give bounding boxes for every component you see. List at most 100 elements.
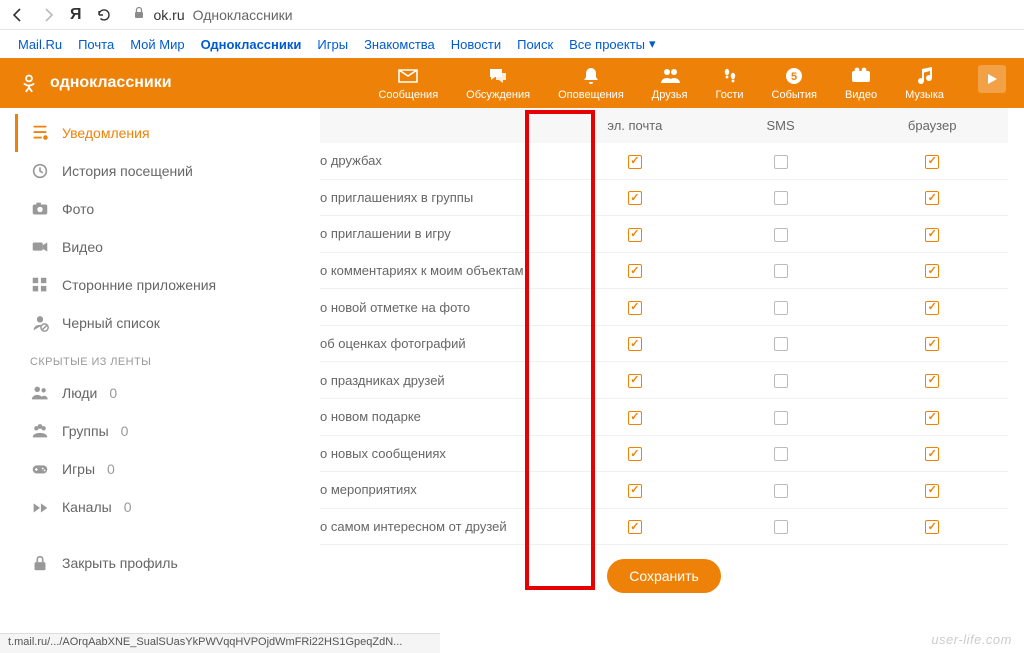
history-icon	[30, 161, 50, 181]
groups-icon	[30, 421, 50, 441]
blacklist-icon	[30, 313, 50, 333]
browser-toolbar: Я ok.ru Одноклассники	[0, 0, 1024, 30]
checkbox-email[interactable]	[628, 484, 642, 498]
friends-icon	[659, 65, 681, 87]
sidebar-item-count: 0	[121, 423, 129, 439]
checkbox-browser[interactable]	[925, 411, 939, 425]
status-bar: t.mail.ru/.../AOrqAabXNE_SualSUasYkPWVqq…	[0, 633, 440, 653]
nav-friends[interactable]: Друзья	[652, 65, 688, 101]
sidebar-item-label: Фото	[62, 201, 94, 217]
checkbox-browser[interactable]	[925, 520, 939, 534]
checkbox-sms[interactable]	[774, 301, 788, 315]
checkbox-email[interactable]	[628, 155, 642, 169]
topnav-link[interactable]: Знакомства	[364, 37, 435, 52]
topnav-link[interactable]: Мой Мир	[130, 37, 184, 52]
sidebar-item-label: Игры	[62, 461, 95, 477]
sidebar-item-lock[interactable]: Закрыть профиль	[18, 544, 280, 582]
checkbox-sms[interactable]	[774, 337, 788, 351]
yandex-button[interactable]: Я	[70, 6, 82, 24]
sidebar-item-channels[interactable]: Каналы 0	[18, 488, 280, 526]
nav-events[interactable]: 5События	[772, 65, 817, 101]
brand-text: одноклассники	[50, 74, 172, 92]
topnav-link[interactable]: Mail.Ru	[18, 37, 62, 52]
topnav-link[interactable]: Все проекты ▾	[569, 36, 655, 52]
checkbox-email[interactable]	[628, 301, 642, 315]
mail-icon	[397, 65, 419, 87]
topnav-link[interactable]: Одноклассники	[201, 37, 302, 52]
people-icon	[30, 383, 50, 403]
checkbox-sms[interactable]	[774, 264, 788, 278]
forward-button[interactable]	[40, 7, 56, 23]
checkbox-browser[interactable]	[925, 228, 939, 242]
checkbox-email[interactable]	[628, 520, 642, 534]
checkbox-browser[interactable]	[925, 301, 939, 315]
brand[interactable]: одноклассники	[18, 72, 172, 94]
sidebar-item-label: Закрыть профиль	[62, 555, 178, 571]
address-bar[interactable]: ok.ru Одноклассники	[132, 6, 293, 23]
sidebar-item-videocam[interactable]: Видео	[18, 228, 280, 266]
checkbox-browser[interactable]	[925, 484, 939, 498]
checkbox-sms[interactable]	[774, 374, 788, 388]
sidebar-item-people[interactable]: Люди 0	[18, 374, 280, 412]
sidebar-item-count: 0	[124, 499, 132, 515]
row-label: о праздниках друзей	[320, 362, 565, 399]
bell-icon	[580, 65, 602, 87]
topnav-link[interactable]: Почта	[78, 37, 114, 52]
sidebar-item-history[interactable]: История посещений	[18, 152, 280, 190]
main-navbar: одноклассники Сообщения Обсуждения Оповеще…	[0, 58, 1024, 108]
checkbox-email[interactable]	[628, 374, 642, 388]
sidebar-item-count: 0	[107, 461, 115, 477]
nav-steps[interactable]: Гости	[715, 65, 743, 101]
row-label: о дружбах	[320, 143, 565, 179]
checkbox-email[interactable]	[628, 337, 642, 351]
nav-music[interactable]: Музыка	[905, 65, 944, 101]
checkbox-sms[interactable]	[774, 228, 788, 242]
table-row: о самом интересном от друзей	[320, 508, 1008, 545]
checkbox-sms[interactable]	[774, 447, 788, 461]
play-button[interactable]	[978, 65, 1006, 93]
sidebar-item-label: Группы	[62, 423, 109, 439]
checkbox-browser[interactable]	[925, 155, 939, 169]
checkbox-browser[interactable]	[925, 264, 939, 278]
checkbox-sms[interactable]	[774, 411, 788, 425]
nav-chat[interactable]: Обсуждения	[466, 65, 530, 101]
sidebar-item-label: Каналы	[62, 499, 112, 515]
topnav-link[interactable]: Игры	[317, 37, 348, 52]
lock-icon	[132, 6, 146, 23]
nav-bell[interactable]: Оповещения	[558, 65, 624, 101]
reload-button[interactable]	[96, 7, 112, 23]
row-label: о новой отметке на фото	[320, 289, 565, 326]
checkbox-browser[interactable]	[925, 447, 939, 461]
sidebar-item-blacklist[interactable]: Черный список	[18, 304, 280, 342]
sidebar-item-games[interactable]: Игры 0	[18, 450, 280, 488]
sidebar-item-notify[interactable]: Уведомления	[15, 114, 280, 152]
sidebar-item-apps[interactable]: Сторонние приложения	[18, 266, 280, 304]
checkbox-sms[interactable]	[774, 191, 788, 205]
table-row: о новом подарке	[320, 398, 1008, 435]
save-button[interactable]: Сохранить	[607, 559, 721, 593]
checkbox-sms[interactable]	[774, 484, 788, 498]
checkbox-email[interactable]	[628, 411, 642, 425]
checkbox-sms[interactable]	[774, 155, 788, 169]
topnav-link[interactable]: Поиск	[517, 37, 553, 52]
topnav-link[interactable]: Новости	[451, 37, 501, 52]
row-label: о комментариях к моим объектам	[320, 252, 565, 289]
checkbox-browser[interactable]	[925, 337, 939, 351]
nav-video[interactable]: Видео	[845, 65, 877, 101]
row-label: об оценках фотографий	[320, 325, 565, 362]
sidebar-item-groups[interactable]: Группы 0	[18, 412, 280, 450]
checkbox-browser[interactable]	[925, 191, 939, 205]
sidebar-item-label: Сторонние приложения	[62, 277, 216, 293]
music-icon	[914, 65, 936, 87]
nav-mail[interactable]: Сообщения	[378, 65, 438, 101]
checkbox-browser[interactable]	[925, 374, 939, 388]
page-title: Одноклассники	[193, 7, 293, 23]
checkbox-email[interactable]	[628, 228, 642, 242]
checkbox-sms[interactable]	[774, 520, 788, 534]
checkbox-email[interactable]	[628, 191, 642, 205]
sidebar-item-camera[interactable]: Фото	[18, 190, 280, 228]
checkbox-email[interactable]	[628, 264, 642, 278]
sidebar-item-label: История посещений	[62, 163, 193, 179]
back-button[interactable]	[10, 7, 26, 23]
checkbox-email[interactable]	[628, 447, 642, 461]
